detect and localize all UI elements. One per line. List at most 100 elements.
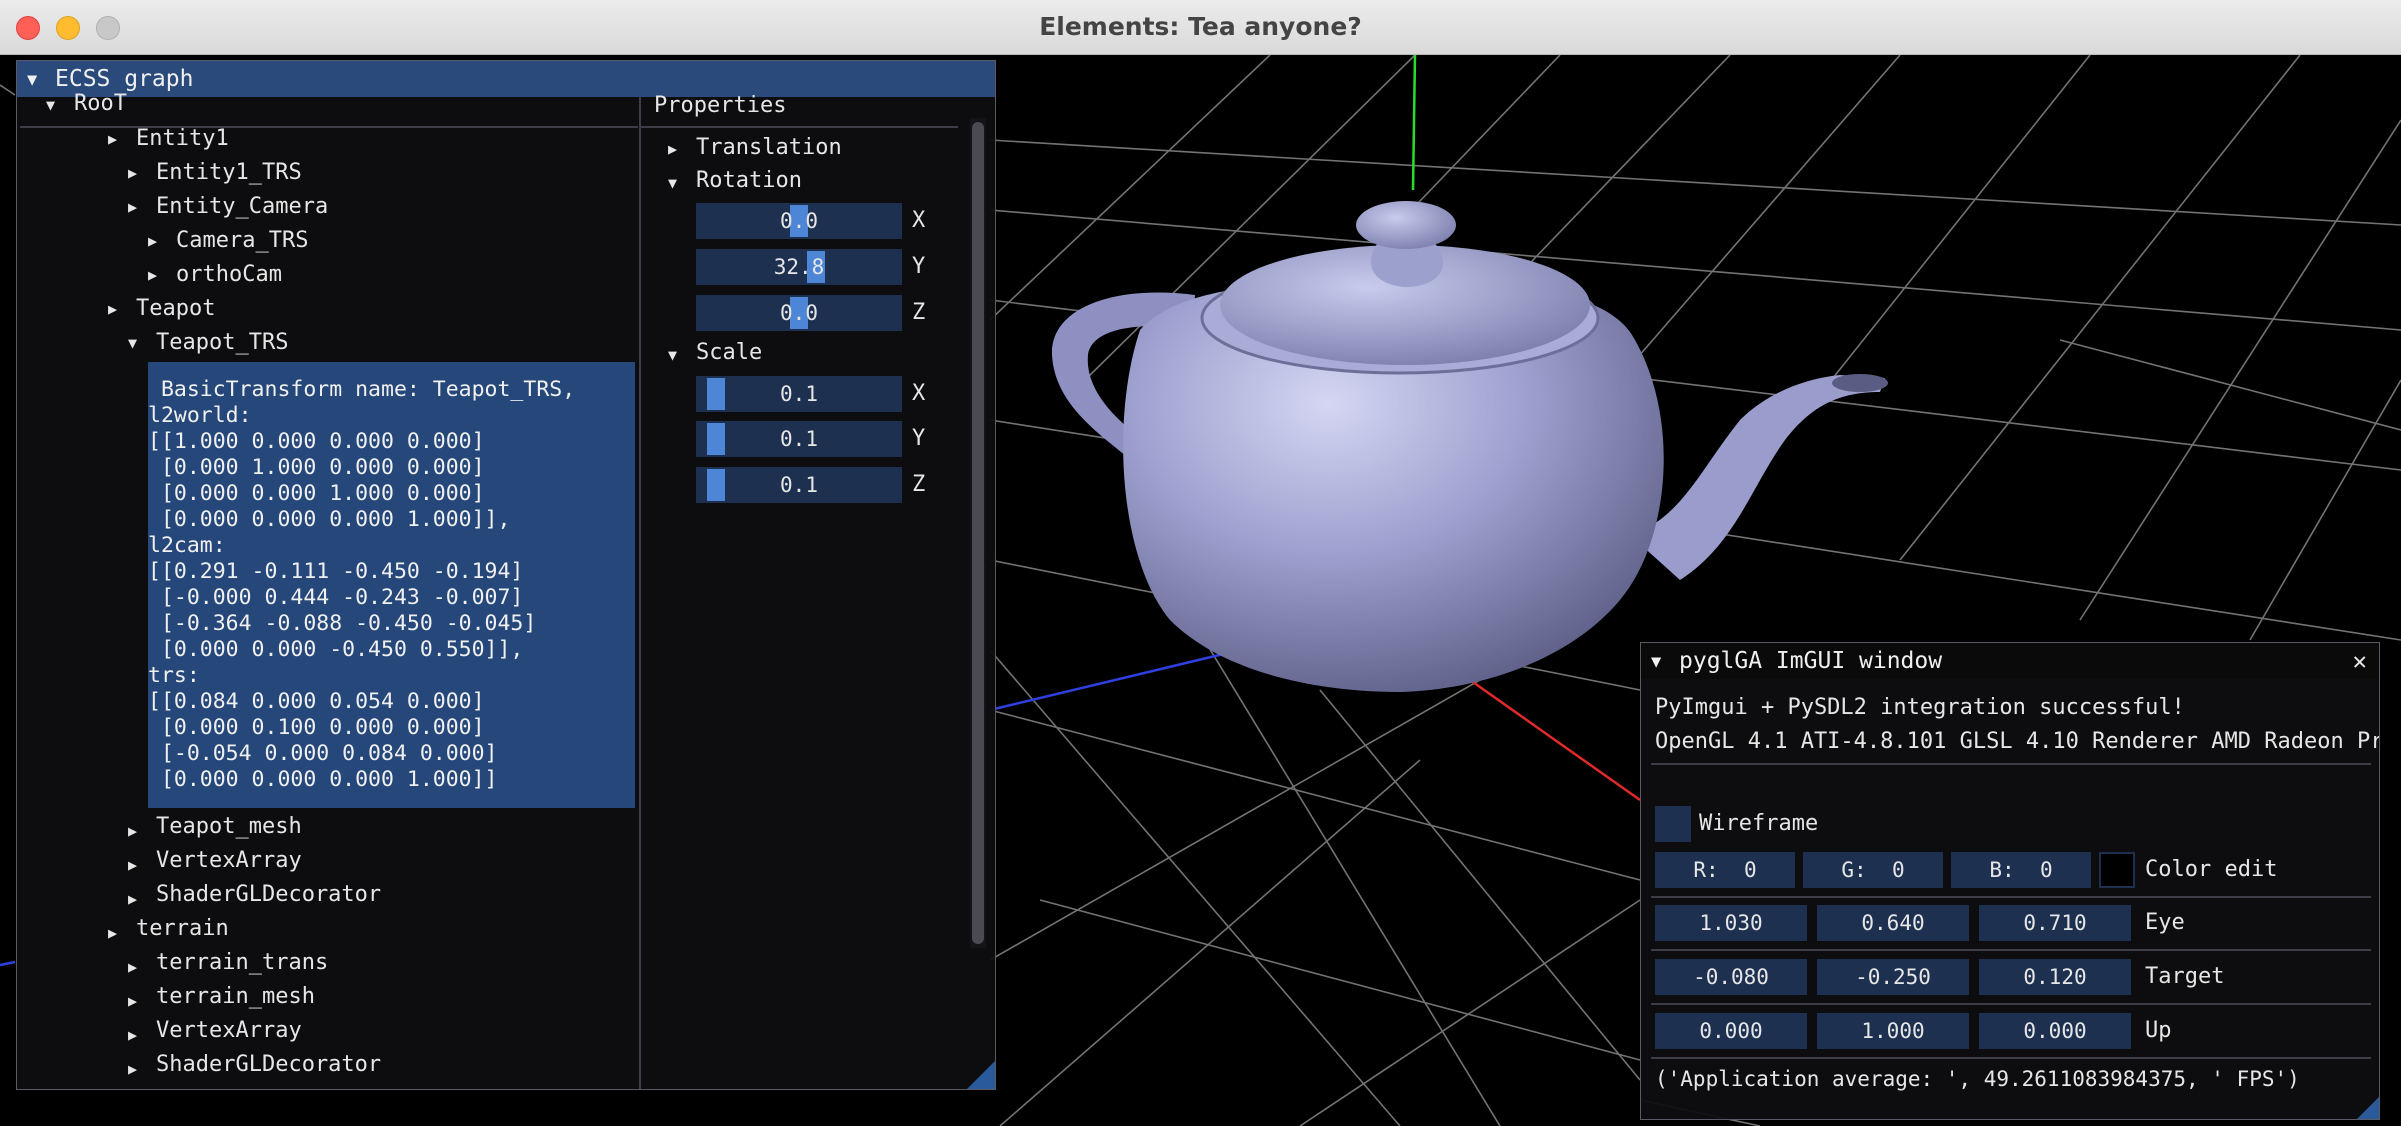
tree-arrow-icon[interactable]: ▶	[128, 856, 137, 874]
tree-node-vertexarray-2[interactable]: VertexArray	[156, 1016, 302, 1046]
color-edit-label: Color edit	[2145, 857, 2278, 882]
tree-node-vertexarray[interactable]: VertexArray	[156, 846, 302, 876]
rotation-y-value: 32.8	[773, 255, 825, 279]
rotation-x-slider[interactable]: 0.0	[696, 203, 902, 239]
imgui-window-title: pyglGA ImGUI window	[1679, 648, 1943, 674]
tree-node-terrain-mesh[interactable]: terrain_mesh	[156, 982, 315, 1012]
color-b-label: B:	[1989, 858, 2015, 882]
tree-arrow-icon[interactable]: ▶	[128, 992, 137, 1010]
tree-arrow-icon[interactable]: ▶	[108, 924, 117, 942]
close-icon[interactable]: ✕	[2353, 643, 2367, 679]
up-label: Up	[2145, 1018, 2172, 1043]
separator	[1651, 896, 2371, 898]
color-b-input[interactable]: B: 0	[1951, 852, 2091, 888]
wireframe-checkbox[interactable]	[1655, 806, 1691, 842]
resize-grip[interactable]	[2357, 1097, 2379, 1119]
scrollbar-thumb[interactable]	[972, 122, 984, 944]
eye-x-input[interactable]: 1.030	[1655, 905, 1807, 941]
tree-arrow-icon[interactable]: ▼	[668, 346, 677, 364]
scale-y-slider[interactable]: 0.1	[696, 421, 902, 457]
tree-node-teapot-trs[interactable]: Teapot_TRS	[156, 328, 288, 358]
tree-arrow-icon[interactable]: ▶	[668, 140, 677, 158]
window-title: Elements: Tea anyone?	[1039, 12, 1362, 41]
fps-text: ('Application average: ', 49.26110839843…	[1655, 1067, 2300, 1091]
y-axis-line	[1411, 55, 1417, 191]
tree-header-separator	[20, 126, 638, 128]
rotation-y-label: Y	[912, 254, 926, 279]
tree-arrow-icon[interactable]: ▼	[128, 334, 137, 352]
resize-grip[interactable]	[967, 1061, 995, 1089]
rotation-z-slider[interactable]: 0.0	[696, 295, 902, 331]
scale-x-label: X	[912, 381, 926, 406]
eye-label: Eye	[2145, 910, 2185, 935]
color-r-value: 0	[1743, 858, 1757, 882]
tree-arrow-icon[interactable]: ▶	[128, 198, 137, 216]
imgui-window[interactable]: ▼ pyglGA ImGUI window ✕ PyImgui + PySDL2…	[1640, 642, 2380, 1120]
tree-node-shadergldecorator-2[interactable]: ShaderGLDecorator	[156, 1050, 381, 1080]
renderer-info-text: OpenGL 4.1 ATI-4.8.101 GLSL 4.10 Rendere…	[1655, 729, 2379, 754]
scale-z-slider[interactable]: 0.1	[696, 467, 902, 503]
tree-node-camera-trs[interactable]: Camera_TRS	[176, 226, 308, 256]
tree-node-orthocam[interactable]: orthoCam	[176, 260, 282, 290]
tree-arrow-icon[interactable]: ▶	[128, 958, 137, 976]
x-axis-line	[1469, 678, 1641, 802]
tree-arrow-icon[interactable]: ▶	[148, 232, 157, 250]
tree-arrow-icon[interactable]: ▶	[108, 300, 117, 318]
color-swatch-button[interactable]	[2099, 852, 2135, 888]
tree-arrow-icon[interactable]: ▼	[46, 96, 55, 114]
rotation-y-slider[interactable]: 32.8	[696, 249, 902, 285]
tree-node-teapot[interactable]: Teapot	[136, 294, 215, 324]
color-g-label: G:	[1841, 858, 1867, 882]
scale-y-label: Y	[912, 426, 926, 451]
tree-arrow-icon[interactable]: ▶	[148, 266, 157, 284]
collapse-triangle-icon[interactable]: ▼	[27, 62, 37, 98]
tree-arrow-icon[interactable]: ▶	[128, 1026, 137, 1044]
tree-node-terrain[interactable]: terrain	[136, 914, 229, 944]
tree-node-terrain-trans[interactable]: terrain_trans	[156, 948, 328, 978]
scale-x-value: 0.1	[780, 382, 818, 406]
color-g-input[interactable]: G: 0	[1803, 852, 1943, 888]
up-x-input[interactable]: 0.000	[1655, 1013, 1807, 1049]
ecss-window-titlebar[interactable]: ▼ ECSS graph	[17, 61, 995, 97]
tree-arrow-icon[interactable]: ▶	[108, 130, 117, 148]
tree-arrow-icon[interactable]: ▶	[128, 890, 137, 908]
column-divider[interactable]	[639, 97, 641, 1089]
tree-node-teapot-mesh[interactable]: Teapot_mesh	[156, 812, 302, 842]
tree-node-entity1[interactable]: Entity1	[136, 124, 229, 154]
rotation-x-value: 0.0	[780, 209, 818, 233]
app-window: Elements: Tea anyone? ▼ ECSS graph ▼ Roo…	[0, 0, 2401, 1126]
collapse-triangle-icon[interactable]: ▼	[1651, 644, 1661, 680]
scale-y-value: 0.1	[780, 427, 818, 451]
tree-node-shadergldecorator[interactable]: ShaderGLDecorator	[156, 880, 381, 910]
color-r-label: R:	[1693, 858, 1719, 882]
eye-y-input[interactable]: 0.640	[1817, 905, 1969, 941]
imgui-window-titlebar[interactable]: ▼ pyglGA ImGUI window ✕	[1641, 643, 2379, 679]
separator	[1651, 1057, 2371, 1059]
z-axis-line	[989, 648, 1241, 712]
scale-z-label: Z	[912, 472, 926, 497]
target-z-input[interactable]: 0.120	[1979, 959, 2131, 995]
window-titlebar[interactable]: Elements: Tea anyone?	[0, 0, 2401, 55]
properties-scrollbar[interactable]	[970, 118, 986, 948]
target-y-input[interactable]: -0.250	[1817, 959, 1969, 995]
transform-info-text: BasicTransform name: Teapot_TRS, l2world…	[148, 377, 576, 792]
separator	[1651, 949, 2371, 951]
up-y-input[interactable]: 1.000	[1817, 1013, 1969, 1049]
eye-z-input[interactable]: 0.710	[1979, 905, 2131, 941]
tree-node-root[interactable]: RooT	[74, 89, 127, 119]
scale-x-slider[interactable]: 0.1	[696, 376, 902, 412]
scale-z-value: 0.1	[780, 473, 818, 497]
rotation-header[interactable]: Rotation	[696, 166, 802, 196]
tree-arrow-icon[interactable]: ▶	[128, 1060, 137, 1078]
target-x-input[interactable]: -0.080	[1655, 959, 1807, 995]
tree-node-entity-camera[interactable]: Entity_Camera	[156, 192, 328, 222]
scale-header[interactable]: Scale	[696, 338, 762, 368]
tree-arrow-icon[interactable]: ▶	[128, 164, 137, 182]
color-r-input[interactable]: R: 0	[1655, 852, 1795, 888]
tree-arrow-icon[interactable]: ▶	[128, 822, 137, 840]
tree-node-entity1-trs[interactable]: Entity1_TRS	[156, 158, 302, 188]
up-z-input[interactable]: 0.000	[1979, 1013, 2131, 1049]
tree-arrow-icon[interactable]: ▼	[668, 174, 677, 192]
rotation-z-value: 0.0	[780, 301, 818, 325]
translation-header[interactable]: Translation	[696, 133, 842, 163]
